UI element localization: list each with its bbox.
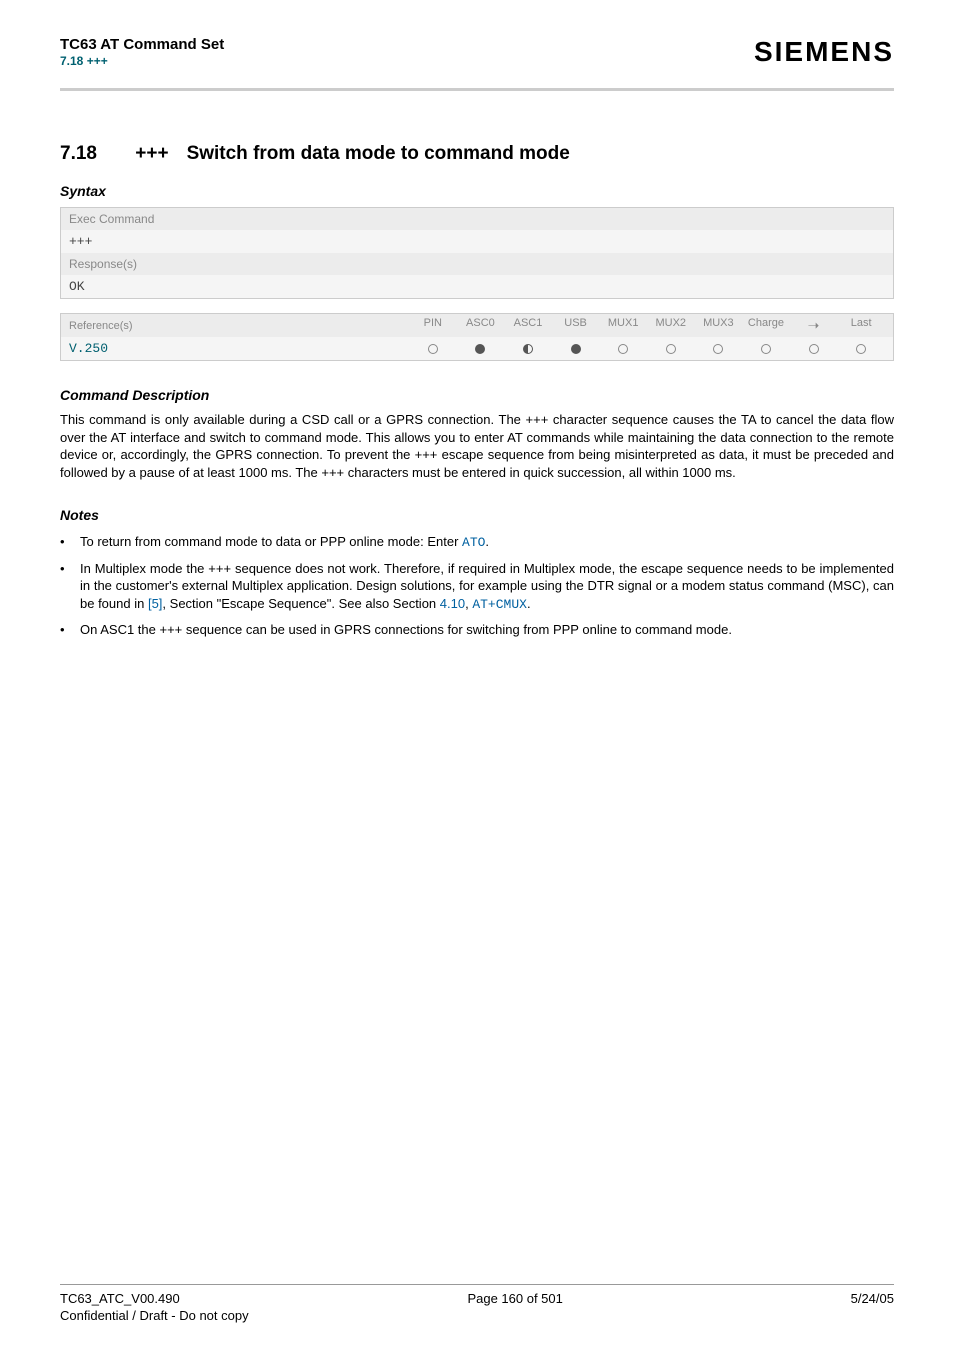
state-mux2	[647, 343, 695, 355]
footer-divider	[60, 1284, 894, 1285]
footer-row: TC63_ATC_V00.490 Page 160 of 501 5/24/05	[60, 1291, 894, 1306]
link-ato[interactable]: ATO	[462, 535, 485, 550]
response-label: Response(s)	[61, 253, 893, 275]
ref-col-asc1: ASC1	[504, 317, 552, 334]
ref-col-usb: USB	[552, 317, 600, 334]
state-charge	[742, 343, 790, 355]
link-section-410[interactable]: 4.10	[440, 596, 465, 611]
ref-col-mux1: MUX1	[599, 317, 647, 334]
state-pin	[409, 343, 457, 355]
syntax-heading: Syntax	[60, 183, 894, 199]
section-heading: 7.18 +++ Switch from data mode to comman…	[60, 143, 894, 165]
command-description-text: This command is only available during a …	[60, 411, 894, 481]
ref-col-mux2: MUX2	[647, 317, 695, 334]
state-usb	[552, 343, 600, 355]
command-description-heading: Command Description	[60, 387, 894, 403]
reference-columns: PIN ASC0 ASC1 USB MUX1 MUX2 MUX3 Charge …	[409, 317, 885, 334]
ref-col-last: Last	[837, 317, 885, 334]
note-1-text-b: .	[485, 534, 489, 549]
state-asc0	[457, 343, 505, 355]
state-last	[837, 343, 885, 355]
note-3: On ASC1 the +++ sequence can be used in …	[60, 621, 894, 639]
reference-label: Reference(s)	[69, 320, 409, 332]
brand-logo: SIEMENS	[754, 36, 894, 68]
ref-col-charge: Charge	[742, 317, 790, 334]
footer-right: 5/24/05	[851, 1291, 894, 1306]
ref-col-mux3: MUX3	[695, 317, 743, 334]
page-header: TC63 AT Command Set 7.18 +++ SIEMENS	[60, 36, 894, 68]
section-title: Switch from data mode to command mode	[187, 143, 570, 164]
reference-box: Reference(s) PIN ASC0 ASC1 USB MUX1 MUX2…	[60, 313, 894, 361]
page-footer: TC63_ATC_V00.490 Page 160 of 501 5/24/05…	[60, 1284, 894, 1323]
notes-list: To return from command mode to data or P…	[60, 533, 894, 639]
note-2-text-b: , Section "Escape Sequence". See also Se…	[162, 596, 439, 611]
note-1: To return from command mode to data or P…	[60, 533, 894, 552]
exec-command-label: Exec Command	[61, 208, 893, 230]
link-ref5[interactable]: [5]	[148, 596, 162, 611]
note-2-text-d: .	[527, 596, 531, 611]
section-number: 7.18	[60, 143, 130, 165]
ref-col-pin: PIN	[409, 317, 457, 334]
state-mux1	[599, 343, 647, 355]
syntax-box: Exec Command +++ Response(s) OK	[60, 207, 894, 299]
doc-section-ref: 7.18 +++	[60, 54, 224, 68]
doc-title: TC63 AT Command Set	[60, 36, 224, 53]
note-2: In Multiplex mode the +++ sequence does …	[60, 560, 894, 614]
notes-heading: Notes	[60, 507, 894, 523]
footer-confidential: Confidential / Draft - Do not copy	[60, 1308, 894, 1323]
reference-body: V.250	[61, 337, 893, 360]
exec-command-value: +++	[61, 230, 893, 253]
reference-states	[409, 343, 885, 355]
note-1-text-a: To return from command mode to data or P…	[80, 534, 462, 549]
section-plus: +++	[135, 143, 181, 165]
state-mux3	[695, 343, 743, 355]
footer-left: TC63_ATC_V00.490	[60, 1291, 180, 1306]
reference-value: V.250	[69, 341, 409, 356]
ref-col-arrow: ➝	[790, 317, 838, 334]
reference-header: Reference(s) PIN ASC0 ASC1 USB MUX1 MUX2…	[61, 314, 893, 337]
header-left: TC63 AT Command Set 7.18 +++	[60, 36, 224, 68]
link-at-cmux[interactable]: AT+CMUX	[472, 597, 527, 612]
response-ok: OK	[61, 275, 893, 298]
ref-col-asc0: ASC0	[457, 317, 505, 334]
state-asc1	[504, 343, 552, 355]
header-divider	[60, 88, 894, 91]
state-arrow	[790, 343, 838, 355]
footer-center: Page 160 of 501	[467, 1291, 562, 1306]
